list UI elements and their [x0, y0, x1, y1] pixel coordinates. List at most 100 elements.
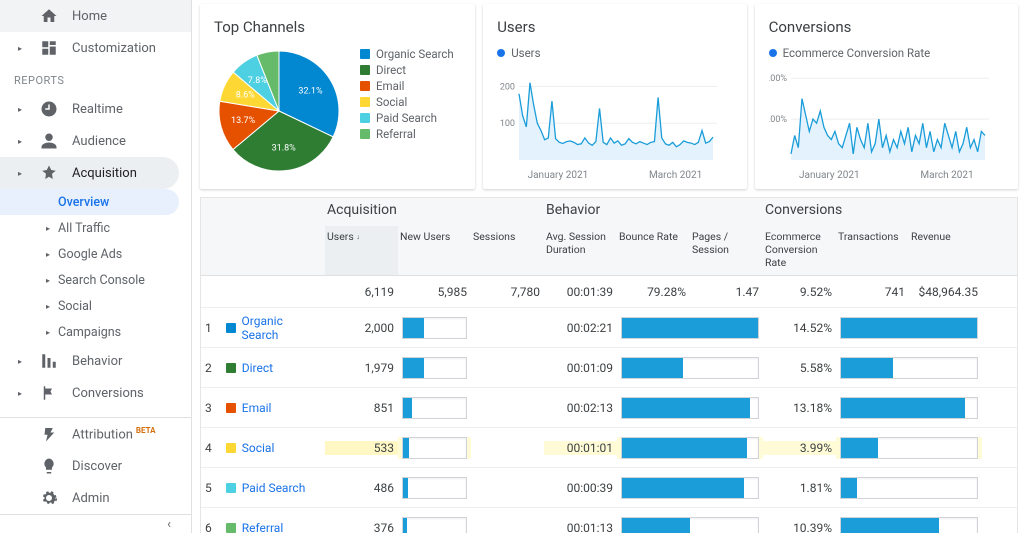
nav-label: Acquisition — [72, 166, 137, 181]
col-header[interactable]: Transactions — [836, 226, 909, 275]
nav-sub-google-ads[interactable]: ▸Google Ads — [0, 241, 191, 267]
nav-reports-heading: REPORTS — [0, 64, 191, 93]
dimension-link[interactable]: Organic Search — [242, 314, 321, 342]
table-row[interactable]: 3Email85100:02:1313.18% — [201, 388, 1017, 428]
chevron-right-icon: ▸ — [46, 276, 52, 285]
nav-home[interactable]: Home — [0, 0, 191, 32]
chevron-right-icon: ▸ — [14, 105, 26, 114]
chevron-right-icon: ▸ — [46, 224, 52, 233]
swatch-icon — [226, 403, 236, 413]
chevron-right-icon: ▸ — [46, 328, 52, 337]
nav-customization[interactable]: ▸Customization — [0, 32, 191, 64]
legend-item[interactable]: Social — [360, 94, 454, 110]
svg-text:40.00%: 40.00% — [769, 74, 787, 84]
dot-icon — [497, 49, 505, 57]
dot-icon — [769, 49, 777, 57]
swatch-icon — [226, 443, 236, 453]
main-content: Top Channels 32.1%31.8%13.7%8.6%7.8% Org… — [192, 0, 1024, 533]
col-header[interactable]: Bounce Rate — [617, 226, 690, 275]
nav-admin[interactable]: Admin — [0, 482, 191, 514]
nav-acquisition[interactable]: ▸Acquisition — [0, 157, 179, 189]
table-row[interactable]: 1Organic Search2,00000:02:2114.52% — [201, 308, 1017, 348]
nav-attribution[interactable]: AttributionBETA — [0, 418, 191, 450]
conversions-line-chart: 40.00% 20.00% — [769, 64, 1004, 168]
legend-item[interactable]: Referral — [360, 126, 454, 142]
nav-sub-all-traffic[interactable]: ▸All Traffic — [0, 215, 191, 241]
chevron-right-icon: ▸ — [14, 357, 26, 366]
swatch-icon — [360, 97, 370, 107]
nav-conversions[interactable]: ▸ Conversions — [0, 377, 191, 409]
chevron-right-icon: ▸ — [14, 389, 26, 398]
gear-icon — [40, 489, 58, 507]
card-title: Top Channels — [214, 18, 461, 36]
svg-text:8.6%: 8.6% — [236, 91, 255, 101]
legend-item[interactable]: Email — [360, 78, 454, 94]
col-header[interactable]: New Users — [398, 226, 471, 275]
sidebar: Home▸Customization REPORTS ▸Realtime▸Aud… — [0, 0, 192, 533]
dimension-link[interactable]: Social — [242, 441, 275, 455]
col-group-behavior: Behavior — [544, 198, 763, 226]
card-conversions: Conversions Ecommerce Conversion Rate 40… — [755, 4, 1018, 189]
legend-item[interactable]: Paid Search — [360, 110, 454, 126]
swatch-icon — [360, 113, 370, 123]
swatch-icon — [226, 483, 236, 493]
swatch-icon — [360, 129, 370, 139]
svg-text:31.8%: 31.8% — [272, 143, 297, 153]
chevron-right-icon: ▸ — [14, 137, 26, 146]
legend-item[interactable]: Direct — [360, 62, 454, 78]
person-icon — [40, 132, 58, 150]
swatch-icon — [226, 363, 236, 373]
col-header[interactable]: Sessions — [471, 226, 544, 275]
legend-item[interactable]: Organic Search — [360, 46, 454, 62]
nav-label: Conversions — [72, 386, 144, 401]
nav-sub-campaigns[interactable]: ▸Campaigns — [0, 319, 191, 345]
col-header[interactable]: Pages / Session — [690, 226, 763, 275]
col-header[interactable]: Avg. Session Duration — [544, 226, 617, 275]
nav-label: AttributionBETA — [72, 426, 156, 442]
col-header[interactable]: Users ↓ — [325, 226, 398, 275]
nav-sub-overview[interactable]: Overview — [0, 189, 179, 215]
table-row[interactable]: 2Direct1,97900:01:095.58% — [201, 348, 1017, 388]
pie-chart: 32.1%31.8%13.7%8.6%7.8% — [214, 46, 344, 180]
table-row[interactable]: 4Social53300:01:013.99% — [201, 428, 1017, 468]
nav-label: Discover — [72, 459, 122, 474]
svg-text:7.8%: 7.8% — [248, 76, 267, 86]
col-header[interactable]: Ecommerce Conversion Rate — [763, 226, 836, 275]
collapse-sidebar-button[interactable]: ‹ — [0, 514, 191, 533]
nav-sub-social[interactable]: ▸Social — [0, 293, 191, 319]
nav-label: Home — [72, 9, 107, 24]
nav-label: Behavior — [72, 354, 122, 369]
svg-text:20.00%: 20.00% — [769, 115, 787, 125]
dimension-link[interactable]: Email — [242, 401, 272, 415]
swatch-icon — [360, 81, 370, 91]
card-title: Conversions — [769, 18, 1004, 36]
clock-icon — [40, 100, 58, 118]
svg-text:13.7%: 13.7% — [231, 116, 256, 126]
dash-icon — [40, 39, 58, 57]
chevron-right-icon: ▸ — [46, 302, 52, 311]
discover-icon — [40, 457, 58, 475]
card-users: Users Users 200100 January 2021March 202… — [483, 4, 746, 189]
dimension-link[interactable]: Paid Search — [242, 481, 306, 495]
nav-realtime[interactable]: ▸Realtime — [0, 93, 191, 125]
chevron-left-icon: ‹ — [167, 517, 171, 532]
table-row[interactable]: 6Referral37600:01:1310.39% — [201, 508, 1017, 533]
nav-behavior[interactable]: ▸ Behavior — [0, 345, 191, 377]
nav-label: Audience — [72, 134, 126, 149]
nav-discover[interactable]: Discover — [0, 450, 191, 482]
card-title: Users — [497, 18, 732, 36]
nav-audience[interactable]: ▸ Audience — [0, 125, 191, 157]
col-header[interactable]: Revenue — [909, 226, 982, 275]
chevron-right-icon: ▸ — [14, 44, 26, 53]
channels-table: Acquisition Behavior Conversions Users ↓… — [200, 197, 1018, 533]
nav-label: Admin — [72, 491, 110, 506]
dimension-link[interactable]: Referral — [242, 521, 284, 533]
nav-sub-search-console[interactable]: ▸Search Console — [0, 267, 191, 293]
svg-text:200: 200 — [500, 82, 515, 92]
acq-icon — [40, 164, 58, 182]
swatch-icon — [226, 523, 236, 533]
table-totals-row: 6,1195,9857,78000:01:3979.28%1.479.52%74… — [201, 276, 1017, 308]
dimension-link[interactable]: Direct — [242, 361, 273, 375]
swatch-icon — [360, 65, 370, 75]
table-row[interactable]: 5Paid Search48600:00:391.81% — [201, 468, 1017, 508]
